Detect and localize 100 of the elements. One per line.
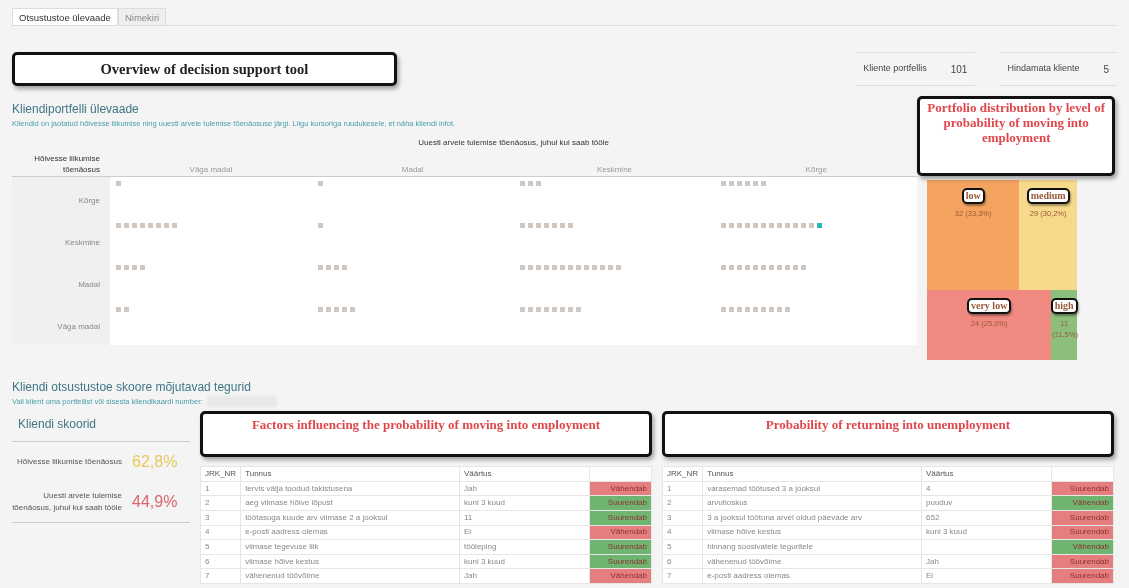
tab[interactable]: Otsustustoe ülevaade — [12, 8, 118, 25]
client-square[interactable] — [761, 307, 767, 313]
client-square[interactable] — [325, 265, 331, 271]
client-square[interactable] — [801, 223, 807, 229]
client-square[interactable] — [777, 307, 783, 313]
client-square[interactable] — [527, 223, 533, 229]
client-square[interactable] — [721, 181, 727, 187]
client-square[interactable] — [801, 265, 807, 271]
client-square[interactable] — [341, 265, 347, 271]
client-square[interactable] — [785, 223, 791, 229]
client-square[interactable] — [132, 223, 137, 229]
client-square[interactable] — [737, 307, 743, 313]
client-square[interactable] — [761, 181, 767, 187]
client-square[interactable] — [737, 223, 743, 229]
client-square[interactable] — [753, 223, 759, 229]
client-square[interactable] — [551, 265, 557, 271]
client-square[interactable] — [551, 223, 557, 229]
client-square[interactable] — [745, 307, 751, 313]
client-square[interactable] — [349, 307, 355, 313]
client-square[interactable] — [769, 223, 775, 229]
client-square[interactable] — [745, 265, 751, 271]
client-square[interactable] — [543, 223, 549, 229]
client-square[interactable] — [607, 265, 613, 271]
client-square[interactable] — [116, 307, 121, 313]
client-square[interactable] — [777, 223, 783, 229]
client-square[interactable] — [761, 265, 767, 271]
client-square[interactable] — [325, 307, 331, 313]
client-square[interactable] — [793, 265, 799, 271]
client-square[interactable] — [124, 265, 129, 271]
client-square[interactable] — [333, 265, 339, 271]
client-square[interactable] — [745, 223, 751, 229]
client-square[interactable] — [729, 223, 735, 229]
client-square[interactable] — [721, 265, 727, 271]
client-square[interactable] — [519, 307, 525, 313]
client-square[interactable] — [140, 223, 145, 229]
client-square[interactable] — [599, 265, 605, 271]
client-square[interactable] — [519, 181, 525, 187]
client-square[interactable] — [777, 265, 783, 271]
client-square[interactable] — [567, 307, 573, 313]
tab[interactable]: Nimekiri — [117, 8, 167, 25]
client-square[interactable] — [761, 223, 767, 229]
client-square[interactable] — [769, 265, 775, 271]
client-square[interactable] — [116, 265, 121, 271]
client-square[interactable] — [124, 223, 129, 229]
client-square[interactable] — [729, 307, 735, 313]
client-square[interactable] — [535, 265, 541, 271]
client-square[interactable] — [817, 223, 823, 229]
client-square[interactable] — [527, 181, 533, 187]
client-square[interactable] — [809, 223, 815, 229]
client-square[interactable] — [132, 265, 137, 271]
client-square[interactable] — [317, 223, 323, 229]
client-square[interactable] — [745, 181, 751, 187]
client-square[interactable] — [575, 307, 581, 313]
client-square[interactable] — [785, 265, 791, 271]
client-square[interactable] — [567, 265, 573, 271]
client-square[interactable] — [333, 307, 339, 313]
client-square[interactable] — [753, 181, 759, 187]
client-square[interactable] — [551, 307, 557, 313]
client-square[interactable] — [341, 307, 347, 313]
client-square[interactable] — [317, 181, 323, 187]
client-square[interactable] — [543, 307, 549, 313]
client-square[interactable] — [567, 223, 573, 229]
client-square[interactable] — [124, 307, 129, 313]
client-square[interactable] — [793, 223, 799, 229]
client-square[interactable] — [615, 265, 621, 271]
client-square[interactable] — [575, 265, 581, 271]
client-square[interactable] — [535, 181, 541, 187]
client-square[interactable] — [148, 223, 153, 229]
client-square[interactable] — [559, 265, 565, 271]
client-square[interactable] — [172, 223, 177, 229]
client-square[interactable] — [156, 223, 161, 229]
callout: Portfolio distribution by level of probability of moving into employment — [917, 96, 1116, 176]
client-square[interactable] — [527, 265, 533, 271]
client-square[interactable] — [729, 265, 735, 271]
client-square[interactable] — [543, 265, 549, 271]
client-square[interactable] — [753, 307, 759, 313]
client-square[interactable] — [721, 223, 727, 229]
client-square[interactable] — [164, 223, 169, 229]
client-square[interactable] — [559, 307, 565, 313]
table-cell: kuni 3 kuud — [459, 554, 590, 569]
client-square[interactable] — [591, 265, 597, 271]
client-square[interactable] — [116, 181, 121, 187]
client-square[interactable] — [729, 181, 735, 187]
client-square[interactable] — [583, 265, 589, 271]
client-square[interactable] — [535, 223, 541, 229]
client-square[interactable] — [753, 265, 759, 271]
client-square[interactable] — [317, 307, 323, 313]
client-square[interactable] — [527, 307, 533, 313]
client-square[interactable] — [535, 307, 541, 313]
client-square[interactable] — [737, 265, 743, 271]
client-square[interactable] — [116, 223, 121, 229]
client-square[interactable] — [519, 223, 525, 229]
client-square[interactable] — [559, 223, 565, 229]
client-square[interactable] — [737, 181, 743, 187]
client-square[interactable] — [769, 307, 775, 313]
client-square[interactable] — [519, 265, 525, 271]
client-square[interactable] — [785, 307, 791, 313]
client-square[interactable] — [721, 307, 727, 313]
client-square[interactable] — [140, 265, 145, 271]
client-square[interactable] — [317, 265, 323, 271]
